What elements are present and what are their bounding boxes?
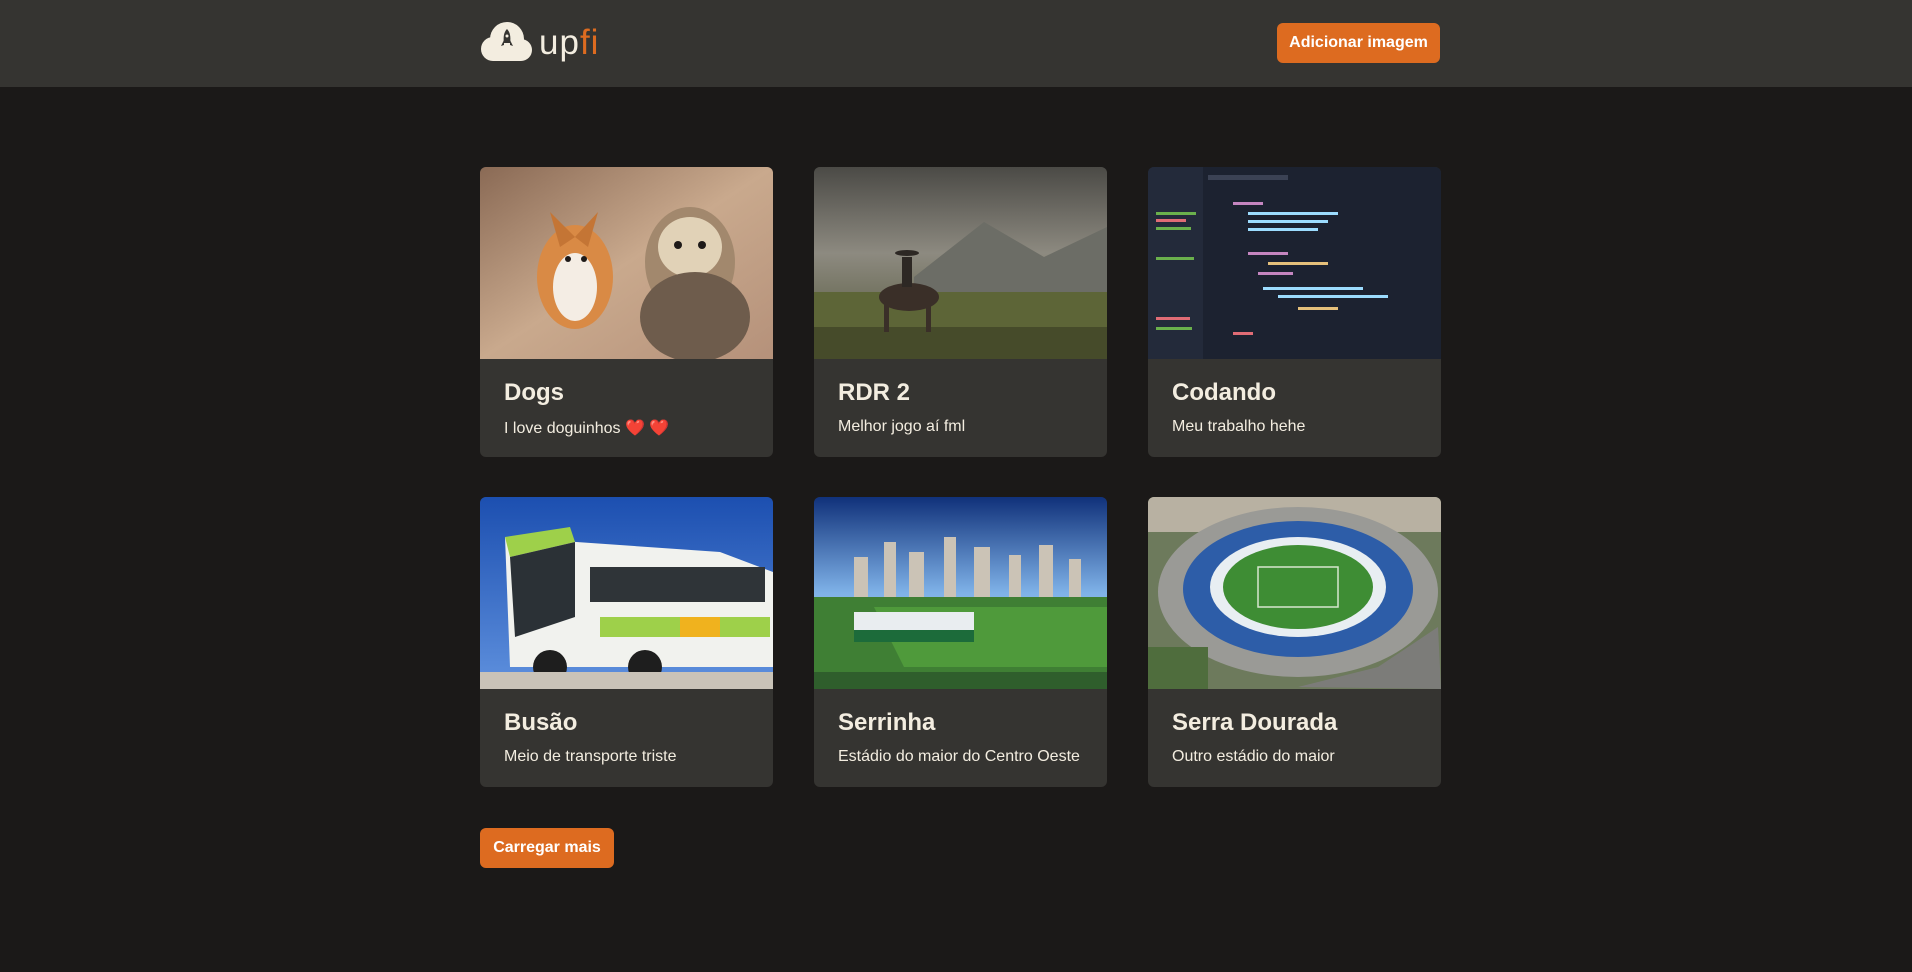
add-image-button[interactable]: Adicionar imagem — [1277, 23, 1440, 63]
upfi-logo[interactable]: upfi — [479, 20, 599, 66]
card-image[interactable] — [480, 497, 773, 689]
card-description: I love doguinhos ❤️ ❤️ — [504, 420, 670, 437]
image-grid: Dogs I love doguinhos ❤️ ❤️ RDR 2 Melhor… — [480, 167, 1441, 787]
card-image[interactable] — [1148, 167, 1441, 359]
card-description: Estádio do maior do Centro Oeste — [838, 748, 1080, 765]
app-header: upfi Adicionar imagem — [0, 0, 1912, 87]
card-title: Codando — [1172, 379, 1276, 406]
image-card-rdr2[interactable]: RDR 2 Melhor jogo aí fml — [814, 167, 1107, 457]
card-description: Meio de transporte triste — [504, 748, 677, 765]
load-more-button[interactable]: Carregar mais — [480, 828, 614, 868]
dogs-photo — [480, 167, 773, 359]
card-description: Outro estádio do maior — [1172, 748, 1335, 765]
image-card-busao[interactable]: Busão Meio de transporte triste — [480, 497, 773, 787]
cloud-rocket-icon — [481, 22, 532, 61]
logo-text-accent: fi — [579, 23, 600, 62]
image-card-serra-dourada[interactable]: Serra Dourada Outro estádio do maior — [1148, 497, 1441, 787]
card-title: RDR 2 — [838, 379, 911, 406]
stadium-aerial-photo — [1148, 497, 1441, 689]
card-image[interactable] — [1148, 497, 1441, 689]
card-title: Dogs — [504, 379, 564, 406]
card-title: Serra Dourada — [1172, 709, 1338, 736]
stadium-city-photo — [814, 497, 1107, 689]
bus-photo — [480, 497, 773, 689]
code-editor-photo — [1148, 167, 1441, 359]
image-card-serrinha[interactable]: Serrinha Estádio do maior do Centro Oest… — [814, 497, 1107, 787]
card-title: Serrinha — [838, 709, 936, 736]
card-image[interactable] — [814, 497, 1107, 689]
card-image[interactable] — [480, 167, 773, 359]
cowboy-horse-photo — [814, 167, 1107, 359]
card-description: Melhor jogo aí fml — [838, 418, 966, 435]
card-description: Meu trabalho hehe — [1172, 418, 1306, 435]
image-card-dogs[interactable]: Dogs I love doguinhos ❤️ ❤️ — [480, 167, 773, 457]
image-card-codando[interactable]: Codando Meu trabalho hehe — [1148, 167, 1441, 457]
card-title: Busão — [504, 709, 578, 736]
logo-text-main: up — [539, 23, 580, 62]
logo-wordmark: upfi — [539, 23, 599, 63]
card-image[interactable] — [814, 167, 1107, 359]
